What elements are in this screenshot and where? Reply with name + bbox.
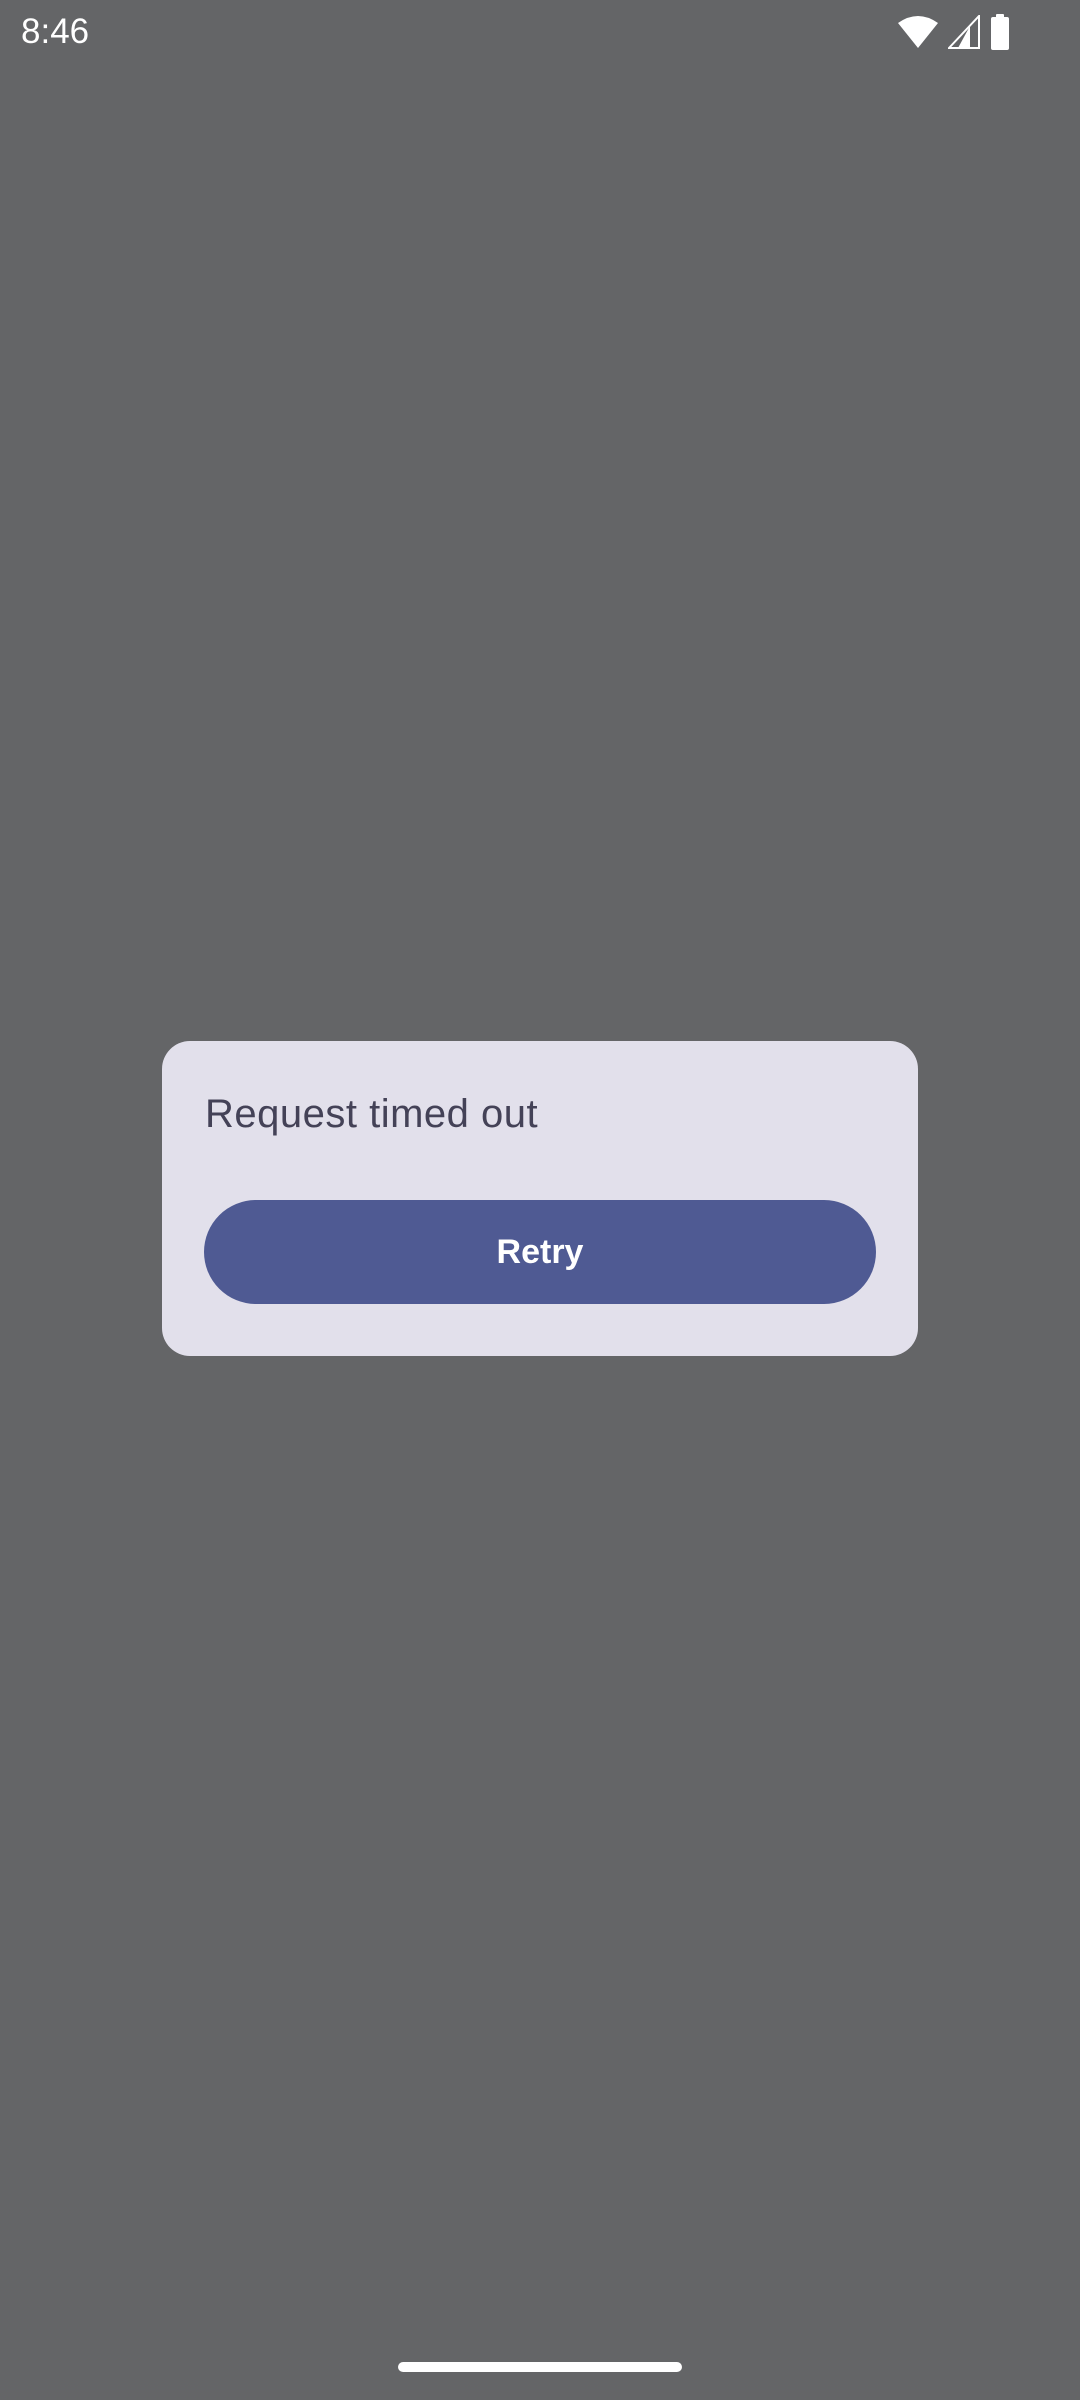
status-time: 8:46 — [21, 12, 90, 51]
timeout-dialog: Request timed out Retry — [162, 1041, 918, 1356]
screen: 8:46 Request timed out Retry — [0, 0, 1080, 2400]
dialog-title: Request timed out — [205, 1092, 539, 1136]
battery-icon — [990, 14, 1010, 50]
cellular-signal-icon — [948, 15, 980, 49]
status-icons — [898, 14, 1010, 50]
status-bar: 8:46 — [0, 0, 1080, 64]
gesture-navigation-handle[interactable] — [398, 2362, 682, 2372]
wifi-icon — [898, 15, 938, 49]
retry-button[interactable]: Retry — [204, 1200, 876, 1304]
